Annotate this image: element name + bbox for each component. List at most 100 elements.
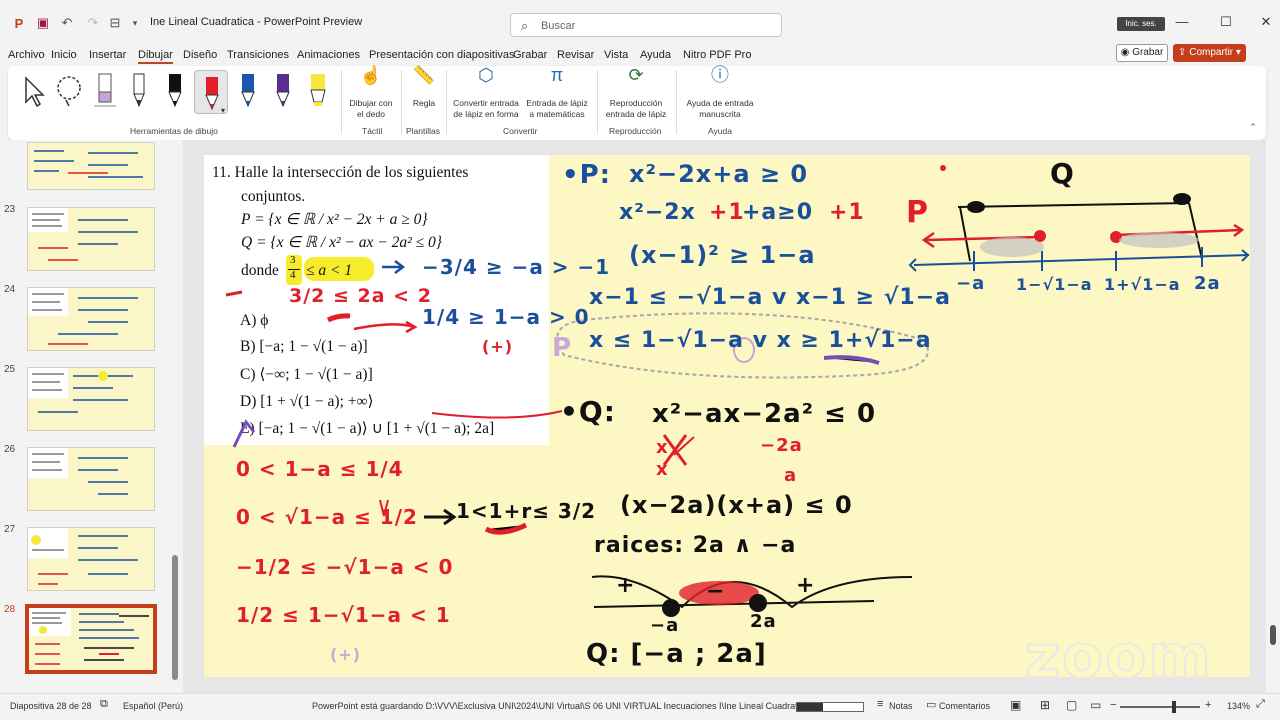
pen-blue-icon[interactable]: [233, 70, 263, 110]
ink-q-sign-plus1: +: [616, 573, 636, 598]
search-placeholder: Buscar: [541, 20, 576, 32]
ink-to-shape-label-2: de lápiz en forma: [453, 109, 519, 119]
tab-grabar[interactable]: Grabar: [513, 49, 547, 61]
ink-step-4: 1/2 ≤ 1−√1−a < 1: [236, 603, 451, 627]
close-icon[interactable]: ✕: [1256, 14, 1276, 30]
slide-canvas[interactable]: 11. Halle la intersección de los siguien…: [204, 155, 1250, 677]
maximize-icon[interactable]: ☐: [1216, 14, 1236, 30]
slide-thumbnail[interactable]: [27, 207, 155, 271]
ink-p-label: •P:: [562, 160, 612, 190]
comments-icon: ▭: [926, 699, 937, 711]
select-arrow-icon[interactable]: [20, 70, 50, 110]
pen-black-icon[interactable]: [160, 70, 190, 110]
ink-replay-button[interactable]: ⟳ Reproducción entrada de lápiz: [600, 66, 672, 120]
slide-thumbnail[interactable]: [27, 447, 155, 511]
tab-dibujar[interactable]: Dibujar: [138, 49, 173, 64]
draw-with-finger-button[interactable]: ☝ Dibujar con el dedo: [344, 66, 398, 120]
tab-transiciones[interactable]: Transiciones: [227, 49, 289, 61]
ink-cond-3: 1/4 ≥ 1−a > 0: [422, 305, 590, 329]
finger-label-1: Dibujar con: [349, 98, 393, 108]
record-button[interactable]: ◉ Grabar: [1116, 44, 1168, 62]
slide-thumbnail[interactable]: [27, 142, 155, 190]
slide-scrollbar[interactable]: [1268, 140, 1280, 693]
undo-icon[interactable]: ↶: [58, 14, 76, 32]
ink-numline-label: 2a: [1194, 273, 1221, 294]
tab-inicio[interactable]: Inicio: [51, 49, 77, 61]
comments-button[interactable]: Comentarios: [939, 701, 990, 711]
pen-red-icon[interactable]: ▾: [194, 70, 228, 114]
slide-thumbnail[interactable]: [27, 287, 155, 351]
fit-to-window-icon[interactable]: ⤢: [1256, 698, 1265, 711]
tab-archivo[interactable]: Archivo: [8, 49, 45, 61]
minimize-icon[interactable]: —: [1172, 14, 1192, 29]
ink-to-math-label-1: Entrada de lápiz: [526, 98, 588, 108]
ink-q-step-1: x²−ax−2a² ≤ 0: [652, 399, 877, 429]
reading-view-icon[interactable]: ▢: [1066, 698, 1077, 712]
ink-q-factor-x2: x: [656, 459, 669, 480]
zoom-in-icon[interactable]: +: [1205, 699, 1211, 711]
save-icon[interactable]: ▣: [34, 14, 52, 32]
zoom-level[interactable]: 134%: [1227, 701, 1250, 711]
ribbon-separator: [446, 70, 447, 134]
search-icon: ⌕: [521, 18, 529, 33]
highlighter-yellow-icon[interactable]: [303, 70, 333, 110]
zoom-out-icon[interactable]: −: [1110, 699, 1116, 711]
slide-thumbnail[interactable]: [27, 367, 155, 431]
replay-label-2: entrada de lápiz: [605, 109, 667, 119]
share-button[interactable]: ⇪ Compartir ▾: [1173, 44, 1246, 62]
save-progress-bar: [796, 702, 864, 712]
record-label: Grabar: [1132, 47, 1164, 58]
tab-presentacion[interactable]: Presentación con diapositivas: [369, 49, 515, 61]
signin-button[interactable]: Inic. ses.: [1117, 17, 1165, 31]
slide-sorter-icon[interactable]: ⊞: [1040, 698, 1050, 712]
tab-animaciones[interactable]: Animaciones: [297, 49, 360, 61]
ink-numline-label: 1−√1−a: [1016, 275, 1093, 294]
ink-step-2: 0 < √1−a ≤ 1/2: [236, 505, 418, 529]
ink-cond-1: −3/4 ≥ −a > −1: [422, 255, 611, 279]
ink-step-1: 0 < 1−a ≤ 1/4: [236, 457, 404, 481]
scrollbar-thumb[interactable]: [1270, 625, 1276, 645]
tab-insertar[interactable]: Insertar: [89, 49, 126, 61]
accessibility-icon[interactable]: ⧉: [100, 698, 108, 711]
slide-number: 26: [4, 444, 16, 455]
search-box[interactable]: ⌕ Buscar: [510, 13, 782, 37]
zoom-slider-knob[interactable]: [1172, 701, 1176, 713]
ink-p-step-2c: +a≥0: [742, 200, 814, 225]
tab-diseno[interactable]: Diseño: [183, 49, 217, 61]
share-icon: ⇪: [1178, 47, 1187, 58]
ruler-icon: 📏: [412, 65, 436, 85]
ink-p-step-2d: +1: [829, 200, 865, 225]
ink-step-2-result: 1<1+r≤ 3/2: [456, 499, 597, 523]
pen-purple-icon[interactable]: [268, 70, 298, 110]
pencil-black-icon[interactable]: [124, 70, 154, 110]
scrollbar-thumb[interactable]: [172, 555, 178, 680]
ink-to-math-button[interactable]: π Entrada de lápiz a matemáticas: [524, 66, 590, 120]
redo-icon[interactable]: ↷: [84, 14, 102, 32]
ink-help-button[interactable]: ⓘ Ayuda de entrada manuscrita: [680, 66, 760, 120]
slide-thumbnail-selected[interactable]: [25, 604, 157, 674]
collapse-ribbon-icon[interactable]: ⌃: [1244, 118, 1262, 136]
tab-nitro[interactable]: Nitro PDF Pro: [683, 49, 751, 61]
thumbnail-scrollbar[interactable]: [172, 150, 178, 690]
save-progress-fill: [797, 703, 824, 711]
slideshow-icon[interactable]: ▭: [1090, 698, 1101, 712]
language-indicator[interactable]: Español (Perú): [123, 701, 183, 711]
lasso-select-icon[interactable]: [54, 70, 84, 110]
normal-view-icon[interactable]: ▣: [1010, 698, 1021, 712]
slide-number: 27: [4, 524, 16, 535]
eraser-icon[interactable]: [90, 70, 120, 110]
notes-button[interactable]: Notas: [889, 701, 913, 711]
ruler-button[interactable]: 📏 Regla: [406, 65, 442, 109]
present-icon[interactable]: ⊟: [106, 14, 124, 32]
tab-vista[interactable]: Vista: [604, 49, 628, 61]
share-label: Compartir: [1189, 47, 1234, 58]
tab-revisar[interactable]: Revisar: [557, 49, 594, 61]
customize-toolbar-icon[interactable]: ▾: [126, 14, 144, 32]
slide-number: 28: [4, 604, 16, 615]
zoom-slider[interactable]: [1120, 701, 1200, 713]
slide-thumbnail[interactable]: [27, 527, 155, 591]
ink-to-shape-button[interactable]: ⬡ Convertir entrada de lápiz en forma: [450, 66, 522, 120]
ink-p-step-2a: x²−2x: [619, 200, 696, 225]
tab-ayuda[interactable]: Ayuda: [640, 49, 671, 61]
ink-q-factor-a: a: [784, 465, 798, 486]
